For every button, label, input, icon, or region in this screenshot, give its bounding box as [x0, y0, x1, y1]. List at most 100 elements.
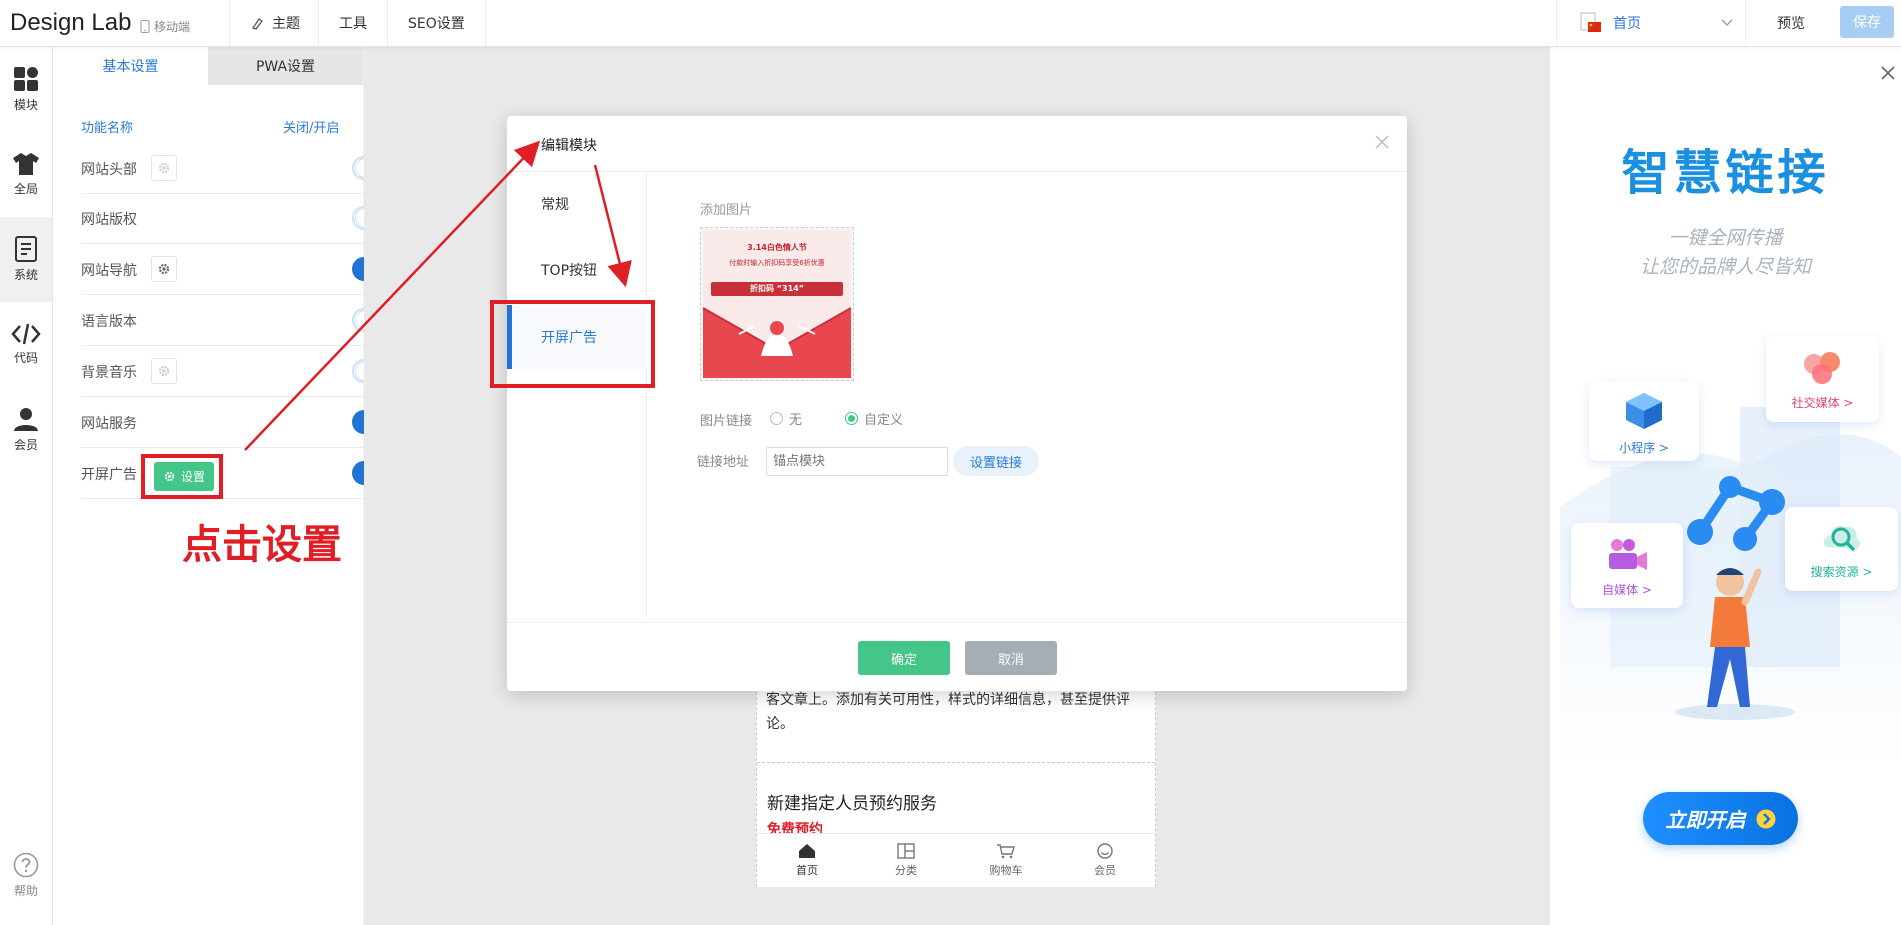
mobile-view-label: 移动端 [154, 20, 191, 34]
rail-label: 模块 [13, 98, 38, 112]
mobile-view-toggle[interactable]: 移动端 [140, 18, 190, 35]
radio-custom-selected [845, 412, 858, 425]
preview-nav-cart[interactable]: 购物车 [981, 843, 1031, 878]
confirm-button[interactable]: 确定 [858, 641, 950, 675]
preview-nav-member[interactable]: 会员 [1085, 843, 1125, 878]
rail-label: 代码 [13, 351, 38, 365]
nav-theme[interactable]: 主题 [229, 0, 320, 46]
radio-custom-label: 自定义 [864, 413, 904, 428]
feature-settings-button[interactable] [151, 358, 177, 384]
settings-button-label: 设置 [180, 470, 205, 484]
promo-cta-label: 立即开启 [1665, 808, 1746, 832]
nav-seo[interactable]: SEO设置 [387, 0, 486, 46]
search-icon [1823, 526, 1860, 551]
nav-label: 首页 [796, 864, 818, 877]
set-link-button[interactable]: 设置链接 [953, 446, 1039, 476]
feature-row-music: 背景音乐 [81, 346, 398, 397]
feature-row-language: 语言版本 [81, 295, 398, 346]
gear-icon [158, 263, 170, 275]
home-icon [799, 844, 815, 858]
nav-tools-label: 工具 [339, 16, 367, 32]
help-icon [13, 852, 39, 878]
ad-image-line1: 3.14白色情人节 [747, 243, 807, 252]
link-option-none[interactable]: 无 [770, 409, 802, 428]
add-image-label: 添加图片 [700, 203, 753, 218]
column-header-toggle: 关闭/开启 [283, 121, 340, 136]
chevron-down-icon [1721, 19, 1733, 26]
dialog-footer-divider [507, 622, 1407, 623]
promo-title: 智慧链接 [1621, 145, 1830, 201]
feature-label: 网站导航 [81, 263, 137, 279]
shirt-icon [13, 153, 39, 175]
smile-icon [1097, 843, 1113, 859]
rail-item-modules[interactable]: 模块 [0, 47, 52, 132]
promo-subtitle-2: 让您的品牌人尽皆知 [1639, 256, 1811, 278]
rail-item-system[interactable]: 系统 [0, 217, 52, 302]
phone-preview: 客文章上。添加有关可用性，样式的详细信息，甚至提供评论。 新建指定人员预约服务 … [756, 687, 1156, 887]
edit-module-dialog: 编辑模块 常规 TOP按钮 开屏广告 添加图片 3.14白色情人节 付款时输入折… [507, 116, 1407, 691]
promo-card-search[interactable]: 搜索资源 > [1785, 507, 1898, 591]
link-address-input[interactable] [766, 447, 948, 476]
splash-ad-settings-button[interactable]: 设置 [154, 462, 214, 491]
splash-ad-image[interactable]: 3.14白色情人节 付款时输入折扣码享受6折优惠 折扣码 “314” [700, 227, 854, 381]
annotation-tab-highlight [490, 300, 655, 388]
close-icon[interactable] [1375, 135, 1389, 149]
feature-label: 网站头部 [81, 162, 137, 178]
page-select[interactable]: 首页 [1556, 0, 1746, 46]
cube-icon [1626, 393, 1662, 429]
feature-row-splash-ad: 开屏广告 [81, 448, 398, 499]
annotation-callout: 点击设置 [182, 522, 342, 568]
rail-item-member[interactable]: 会员 [0, 387, 52, 472]
left-rail: 模块 全局 系统 代码 会员 帮助 [0, 47, 53, 925]
category-icon [897, 843, 915, 859]
brand-logo: Design Lab [10, 9, 132, 36]
nav-tools[interactable]: 工具 [318, 0, 387, 46]
image-link-label: 图片链接 [700, 414, 753, 429]
rail-help-label: 帮助 [13, 884, 38, 898]
dialog-title: 编辑模块 [541, 138, 597, 154]
preview-nav-category[interactable]: 分类 [886, 843, 926, 878]
rail-item-code[interactable]: 代码 [0, 302, 52, 387]
promo-card-miniprogram[interactable]: 小程序 > [1589, 381, 1699, 461]
rail-label: 全局 [13, 182, 38, 196]
preview-nav-home[interactable]: 首页 [787, 843, 827, 878]
rail-label: 会员 [13, 438, 38, 452]
page-flag-icon [1580, 12, 1601, 32]
preview-button[interactable]: 预览 [1746, 0, 1836, 46]
feature-settings-button[interactable] [151, 155, 177, 181]
promo-card-label: 小程序 > [1619, 441, 1669, 455]
close-icon[interactable] [1880, 65, 1896, 81]
rail-item-help[interactable]: 帮助 [0, 833, 52, 918]
gear-icon [164, 471, 175, 482]
column-header-name: 功能名称 [81, 121, 134, 136]
save-button[interactable]: 保存 [1840, 6, 1894, 38]
tab-basic-settings[interactable]: 基本设置 [53, 47, 208, 85]
tab-pwa-settings[interactable]: PWA设置 [208, 47, 363, 85]
cancel-button[interactable]: 取消 [965, 641, 1057, 675]
promo-cta-button[interactable]: 立即开启 [1643, 792, 1798, 845]
link-option-custom[interactable]: 自定义 [845, 409, 903, 428]
brush-icon [251, 18, 263, 30]
document-icon [15, 236, 37, 262]
preview-heading: 新建指定人员预约服务 [767, 794, 937, 814]
promo-card-label: 搜索资源 > [1810, 565, 1873, 579]
phone-icon [140, 20, 150, 33]
dialog-tab-general[interactable]: 常规 [507, 172, 647, 236]
page-select-value: 首页 [1613, 16, 1641, 32]
dialog-header: 编辑模块 [507, 116, 1407, 172]
arrow-right-circle-icon [1756, 809, 1775, 828]
social-bubbles-icon [1804, 352, 1840, 384]
user-icon [14, 408, 38, 431]
rail-item-global[interactable]: 全局 [0, 132, 52, 217]
top-bar: Design Lab 移动端 主题 工具 SEO设置 首页 预览 保存 [0, 0, 1901, 47]
dialog-tab-top-button[interactable]: TOP按钮 [507, 238, 647, 302]
feature-settings-button[interactable] [151, 256, 177, 282]
feature-label: 语言版本 [81, 314, 137, 330]
promo-panel: 智慧链接 一键全网传播 让您的品牌人尽皆知 小程序 > 社交媒体 > 自媒体 >… [1550, 47, 1901, 925]
promo-card-social[interactable]: 社交媒体 > [1766, 336, 1879, 422]
nav-label: 购物车 [989, 864, 1023, 877]
promo-card-selfmedia[interactable]: 自媒体 > [1571, 523, 1683, 608]
nav-label: 会员 [1094, 864, 1116, 877]
link-address-label: 链接地址 [697, 455, 750, 470]
feature-row-navigation: 网站导航 [81, 244, 398, 295]
